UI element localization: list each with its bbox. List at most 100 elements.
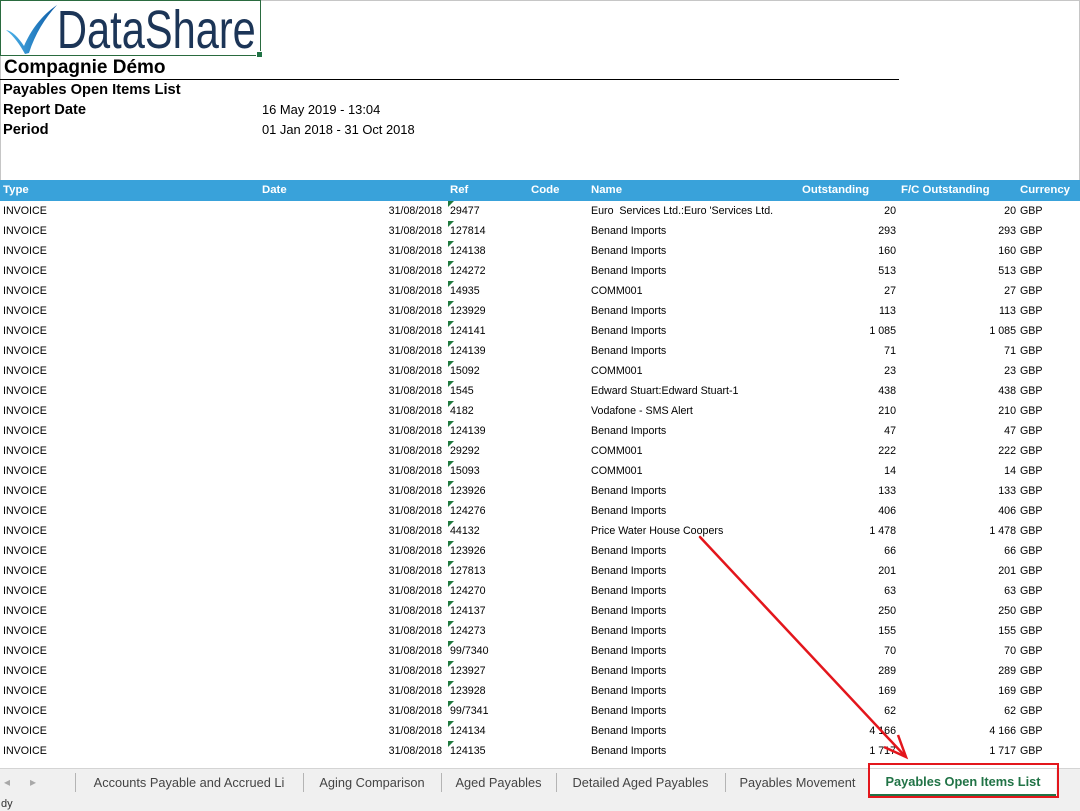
cell-fc-outstanding[interactable]: 113	[900, 301, 1016, 321]
picture-resize-handle[interactable]	[256, 51, 263, 58]
cell-name[interactable]: Edward Stuart:Edward Stuart-1	[591, 381, 738, 401]
cell-currency[interactable]: GBP	[1020, 381, 1043, 401]
cell-name[interactable]: Benand Imports	[591, 221, 666, 241]
datashare-logo-picture[interactable]: DataShare	[0, 0, 261, 57]
cell-currency[interactable]: GBP	[1020, 581, 1043, 601]
cell-type[interactable]: INVOICE	[3, 701, 47, 721]
cell-name[interactable]: Benand Imports	[591, 301, 666, 321]
cell-name[interactable]: COMM001	[591, 361, 643, 381]
cell-fc-outstanding[interactable]: 62	[900, 701, 1016, 721]
cell-type[interactable]: INVOICE	[3, 641, 47, 661]
cell-type[interactable]: INVOICE	[3, 441, 47, 461]
cell-fc-outstanding[interactable]: 289	[900, 661, 1016, 681]
cell-type[interactable]: INVOICE	[3, 461, 47, 481]
cell-fc-outstanding[interactable]: 14	[900, 461, 1016, 481]
cell-date[interactable]: 31/08/2018	[262, 501, 442, 521]
cell-name[interactable]: Benand Imports	[591, 541, 666, 561]
cell-outstanding[interactable]: 70	[760, 641, 896, 661]
cell-name[interactable]: Benand Imports	[591, 481, 666, 501]
cell-ref[interactable]: 124139	[450, 421, 486, 441]
cell-type[interactable]: INVOICE	[3, 721, 47, 741]
cell-ref[interactable]: 1545	[450, 381, 474, 401]
cell-currency[interactable]: GBP	[1020, 741, 1043, 761]
cell-currency[interactable]: GBP	[1020, 621, 1043, 641]
sheet-tab-accounts-payable[interactable]: Accounts Payable and Accrued Li	[75, 769, 303, 797]
cell-fc-outstanding[interactable]: 23	[900, 361, 1016, 381]
cell-name[interactable]: Benand Imports	[591, 261, 666, 281]
cell-outstanding[interactable]: 169	[760, 681, 896, 701]
cell-ref[interactable]: 15093	[450, 461, 480, 481]
cell-fc-outstanding[interactable]: 47	[900, 421, 1016, 441]
cell-fc-outstanding[interactable]: 222	[900, 441, 1016, 461]
cell-date[interactable]: 31/08/2018	[262, 361, 442, 381]
cell-type[interactable]: INVOICE	[3, 201, 47, 221]
cell-type[interactable]: INVOICE	[3, 221, 47, 241]
cell-ref[interactable]: 4182	[450, 401, 474, 421]
cell-currency[interactable]: GBP	[1020, 501, 1043, 521]
cell-ref[interactable]: 123928	[450, 681, 486, 701]
cell-outstanding[interactable]: 293	[760, 221, 896, 241]
cell-name[interactable]: Benand Imports	[591, 661, 666, 681]
cell-date[interactable]: 31/08/2018	[262, 381, 442, 401]
cell-currency[interactable]: GBP	[1020, 321, 1043, 341]
cell-name[interactable]: Benand Imports	[591, 581, 666, 601]
cell-outstanding[interactable]: 4 166	[760, 721, 896, 741]
cell-currency[interactable]: GBP	[1020, 541, 1043, 561]
cell-type[interactable]: INVOICE	[3, 341, 47, 361]
cell-name[interactable]: Benand Imports	[591, 621, 666, 641]
cell-outstanding[interactable]: 66	[760, 541, 896, 561]
column-header-currency[interactable]: Currency	[1020, 180, 1070, 201]
cell-date[interactable]: 31/08/2018	[262, 281, 442, 301]
cell-ref[interactable]: 124272	[450, 261, 486, 281]
cell-date[interactable]: 31/08/2018	[262, 701, 442, 721]
cell-fc-outstanding[interactable]: 27	[900, 281, 1016, 301]
cell-name[interactable]: COMM001	[591, 461, 643, 481]
column-header-outstanding[interactable]: Outstanding	[802, 180, 869, 201]
cell-ref[interactable]: 124273	[450, 621, 486, 641]
cell-type[interactable]: INVOICE	[3, 261, 47, 281]
column-header-type[interactable]: Type	[3, 180, 29, 201]
cell-currency[interactable]: GBP	[1020, 261, 1043, 281]
column-header-code[interactable]: Code	[531, 180, 559, 201]
cell-fc-outstanding[interactable]: 169	[900, 681, 1016, 701]
cell-currency[interactable]: GBP	[1020, 641, 1043, 661]
cell-fc-outstanding[interactable]: 293	[900, 221, 1016, 241]
cell-currency[interactable]: GBP	[1020, 201, 1043, 221]
cell-ref[interactable]: 44132	[450, 521, 480, 541]
cell-ref[interactable]: 99/7340	[450, 641, 489, 661]
cell-currency[interactable]: GBP	[1020, 281, 1043, 301]
cell-type[interactable]: INVOICE	[3, 481, 47, 501]
cell-date[interactable]: 31/08/2018	[262, 441, 442, 461]
cell-type[interactable]: INVOICE	[3, 561, 47, 581]
cell-name[interactable]: Benand Imports	[591, 701, 666, 721]
cell-ref[interactable]: 29292	[450, 441, 480, 461]
cell-type[interactable]: INVOICE	[3, 521, 47, 541]
cell-outstanding[interactable]: 47	[760, 421, 896, 441]
cell-fc-outstanding[interactable]: 1 717	[900, 741, 1016, 761]
cell-outstanding[interactable]: 1 717	[760, 741, 896, 761]
cell-type[interactable]: INVOICE	[3, 361, 47, 381]
cell-fc-outstanding[interactable]: 1 085	[900, 321, 1016, 341]
cell-fc-outstanding[interactable]: 63	[900, 581, 1016, 601]
cell-outstanding[interactable]: 20	[760, 201, 896, 221]
cell-outstanding[interactable]: 155	[760, 621, 896, 641]
cell-date[interactable]: 31/08/2018	[262, 561, 442, 581]
cell-fc-outstanding[interactable]: 210	[900, 401, 1016, 421]
cell-currency[interactable]: GBP	[1020, 341, 1043, 361]
column-header-name[interactable]: Name	[591, 180, 622, 201]
cell-type[interactable]: INVOICE	[3, 541, 47, 561]
cell-type[interactable]: INVOICE	[3, 301, 47, 321]
cell-currency[interactable]: GBP	[1020, 441, 1043, 461]
cell-date[interactable]: 31/08/2018	[262, 661, 442, 681]
cell-ref[interactable]: 123929	[450, 301, 486, 321]
cell-currency[interactable]: GBP	[1020, 601, 1043, 621]
cell-ref[interactable]: 124138	[450, 241, 486, 261]
column-header-date[interactable]: Date	[262, 180, 287, 201]
cell-currency[interactable]: GBP	[1020, 681, 1043, 701]
cell-date[interactable]: 31/08/2018	[262, 221, 442, 241]
cell-currency[interactable]: GBP	[1020, 461, 1043, 481]
cell-date[interactable]: 31/08/2018	[262, 401, 442, 421]
cell-type[interactable]: INVOICE	[3, 421, 47, 441]
sheet-tab-aged-payables[interactable]: Aged Payables	[441, 769, 556, 797]
cell-currency[interactable]: GBP	[1020, 221, 1043, 241]
